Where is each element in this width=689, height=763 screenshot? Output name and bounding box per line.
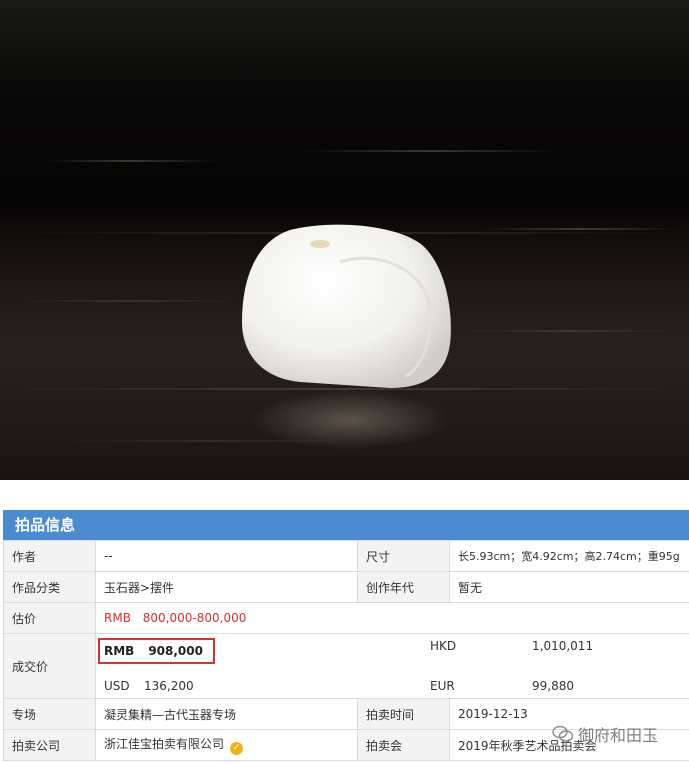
year-label: 创作年代 — [357, 571, 450, 603]
author-label: 作者 — [3, 540, 96, 572]
section-title: 拍品信息 — [3, 510, 689, 540]
watermark: 御府和田玉 — [552, 722, 686, 746]
special-label: 专场 — [3, 698, 96, 730]
auction-label: 拍卖会 — [357, 729, 450, 761]
special-value[interactable]: 凝灵集精—古代玉器专场 — [95, 698, 358, 730]
estimate-amount: 800,000-800,000 — [142, 611, 247, 625]
table-row: 估价 RMB 800,000-800,000 — [3, 602, 689, 634]
deal-label: 成交价 — [3, 633, 96, 699]
deal-eur-currency: EUR — [430, 679, 455, 693]
table-row: 作品分类 玉石器>摆件 创作年代 暂无 — [3, 571, 689, 603]
jade-carving-image — [242, 224, 451, 388]
wechat-icon — [552, 725, 574, 742]
product-photo — [0, 0, 689, 480]
estimate-currency: RMB — [104, 611, 131, 625]
deal-hkd-value: 1,010,011 — [532, 639, 594, 653]
estimate-value: RMB 800,000-800,000 — [95, 602, 689, 634]
year-value: 暂无 — [449, 571, 689, 603]
size-value: 长5.93cm；宽4.92cm；高2.74cm；重95g — [449, 540, 689, 572]
deal-rmb-box: RMB 908,000 — [98, 638, 215, 664]
deal-eur-value: 99,880 — [532, 679, 574, 693]
author-value: -- — [95, 540, 358, 572]
company-value[interactable]: 浙江佳宝拍卖有限公司 — [104, 737, 224, 751]
category-label: 作品分类 — [3, 571, 96, 603]
table-row: 作者 -- 尺寸 长5.93cm；宽4.92cm；高2.74cm；重95g — [3, 540, 689, 572]
company-label: 拍卖公司 — [3, 729, 96, 761]
deal-usd-value: 136,200 — [144, 679, 194, 693]
deal-rmb-currency: RMB — [104, 644, 135, 658]
deal-rmb-value: 908,000 — [148, 644, 203, 658]
deal-values: RMB 908,000 HKD 1,010,011 USD 136,200 EUR… — [95, 633, 689, 699]
estimate-label: 估价 — [3, 602, 96, 634]
auction-time-label: 拍卖时间 — [357, 698, 450, 730]
verified-icon: ✓ — [230, 742, 244, 755]
company-cell: 浙江佳宝拍卖有限公司 ✓ — [95, 729, 358, 761]
table-row: 成交价 RMB 908,000 HKD 1,010,011 USD 136,200… — [3, 633, 689, 699]
size-label: 尺寸 — [357, 540, 450, 572]
category-value[interactable]: 玉石器>摆件 — [95, 571, 358, 603]
watermark-text: 御府和田玉 — [578, 726, 659, 745]
